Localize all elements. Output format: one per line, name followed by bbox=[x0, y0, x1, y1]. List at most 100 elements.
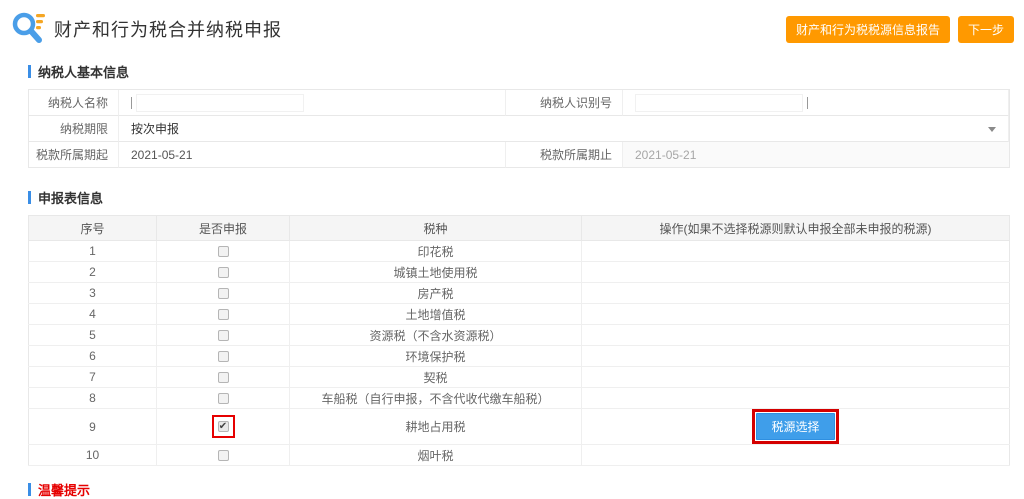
action-cell bbox=[582, 241, 1010, 262]
page-header: 财产和行为税合并纳税申报 财产和行为税税源信息报告 下一步 bbox=[0, 0, 1024, 52]
tax-type: 土地增值税 bbox=[290, 304, 582, 325]
table-row: 7 契税 bbox=[29, 367, 1010, 388]
period-start-label: 税款所属期起 bbox=[29, 142, 119, 168]
table-row: 4 土地增值税 bbox=[29, 304, 1010, 325]
period-start-value: 2021-05-21 bbox=[131, 148, 192, 162]
action-cell bbox=[582, 346, 1010, 367]
row-number: 2 bbox=[29, 262, 157, 283]
declaration-table: 序号是否申报税种操作(如果不选择税源则默认申报全部未申报的税源) 1 印花税 2 城镇… bbox=[28, 215, 1010, 466]
tax-type: 城镇土地使用税 bbox=[290, 262, 582, 283]
row-number: 8 bbox=[29, 388, 157, 409]
declaration-section-title: 申报表信息 bbox=[28, 188, 1010, 207]
declare-cell bbox=[157, 367, 290, 388]
cursor-mark bbox=[131, 97, 132, 109]
basic-info-form: 纳税人名称 纳税人识别号 纳税期限 按次申报 税款所属期起 2021-05-21… bbox=[28, 89, 1010, 168]
declare-cell: ✔ bbox=[157, 409, 290, 445]
declare-cell bbox=[157, 445, 290, 466]
row-number: 4 bbox=[29, 304, 157, 325]
tax-type: 契税 bbox=[290, 367, 582, 388]
declare-checkbox[interactable] bbox=[218, 330, 229, 341]
table-row: 1 印花税 bbox=[29, 241, 1010, 262]
row-number: 7 bbox=[29, 367, 157, 388]
declare-cell bbox=[157, 283, 290, 304]
taxpayer-name-label: 纳税人名称 bbox=[29, 90, 119, 116]
tax-source-report-button[interactable]: 财产和行为税税源信息报告 bbox=[786, 16, 950, 43]
table-header-cell: 操作(如果不选择税源则默认申报全部未申报的税源) bbox=[582, 216, 1010, 241]
declare-checkbox[interactable] bbox=[218, 372, 229, 383]
table-row: 10 烟叶税 bbox=[29, 445, 1010, 466]
declare-checkbox[interactable] bbox=[218, 288, 229, 299]
table-row: 8 车船税（自行申报，不含代收代缴车船税） bbox=[29, 388, 1010, 409]
taxpayer-name-field[interactable] bbox=[119, 90, 506, 116]
declare-checkbox[interactable] bbox=[218, 267, 229, 278]
taxpayer-id-label: 纳税人识别号 bbox=[506, 90, 623, 116]
table-header-cell: 是否申报 bbox=[157, 216, 290, 241]
action-cell bbox=[582, 388, 1010, 409]
tax-source-select-button[interactable]: 税源选择 bbox=[756, 413, 834, 440]
row-number: 6 bbox=[29, 346, 157, 367]
next-step-button[interactable]: 下一步 bbox=[958, 16, 1014, 43]
cursor-mark bbox=[807, 97, 808, 109]
declaration-title-text: 申报表信息 bbox=[38, 188, 103, 207]
action-cell bbox=[582, 304, 1010, 325]
declare-cell bbox=[157, 241, 290, 262]
table-row: 2 城镇土地使用税 bbox=[29, 262, 1010, 283]
row-number: 9 bbox=[29, 409, 157, 445]
table-row: 9 ✔ 耕地占用税 税源选择 bbox=[29, 409, 1010, 445]
red-highlight-box: ✔ bbox=[212, 415, 235, 438]
tax-period-value: 按次申报 bbox=[131, 120, 179, 137]
declare-cell bbox=[157, 304, 290, 325]
declare-checkbox[interactable] bbox=[218, 450, 229, 461]
chevron-down-icon bbox=[988, 127, 996, 132]
declare-cell bbox=[157, 388, 290, 409]
section-bar bbox=[28, 191, 31, 204]
declare-checkbox[interactable]: ✔ bbox=[218, 421, 229, 432]
tips-title-text: 温馨提示 bbox=[38, 480, 90, 499]
taxpayer-id-redacted-value bbox=[635, 94, 803, 112]
table-header-cell: 税种 bbox=[290, 216, 582, 241]
period-end-value: 2021-05-21 bbox=[635, 148, 696, 162]
action-cell bbox=[582, 367, 1010, 388]
search-report-icon bbox=[10, 10, 46, 49]
action-cell bbox=[582, 262, 1010, 283]
tips-section-title: 温馨提示 bbox=[28, 480, 1010, 499]
declare-cell bbox=[157, 346, 290, 367]
tax-type: 车船税（自行申报，不含代收代缴车船税） bbox=[290, 388, 582, 409]
declare-checkbox[interactable] bbox=[218, 246, 229, 257]
section-bar bbox=[28, 483, 31, 496]
table-row: 5 资源税（不含水资源税） bbox=[29, 325, 1010, 346]
tax-type: 耕地占用税 bbox=[290, 409, 582, 445]
declare-checkbox[interactable] bbox=[218, 309, 229, 320]
red-highlight-box: 税源选择 bbox=[752, 409, 838, 444]
tax-type: 资源税（不含水资源税） bbox=[290, 325, 582, 346]
section-bar bbox=[28, 65, 31, 78]
declare-cell bbox=[157, 325, 290, 346]
row-number: 1 bbox=[29, 241, 157, 262]
row-number: 10 bbox=[29, 445, 157, 466]
tax-period-select[interactable]: 按次申报 bbox=[119, 116, 1009, 142]
table-row: 6 环境保护税 bbox=[29, 346, 1010, 367]
declare-cell bbox=[157, 262, 290, 283]
period-end-label: 税款所属期止 bbox=[506, 142, 623, 168]
period-start-field[interactable]: 2021-05-21 bbox=[119, 142, 506, 168]
action-cell bbox=[582, 325, 1010, 346]
tax-period-label: 纳税期限 bbox=[29, 116, 119, 142]
tax-type: 房产税 bbox=[290, 283, 582, 304]
declare-checkbox[interactable] bbox=[218, 393, 229, 404]
tax-type: 印花税 bbox=[290, 241, 582, 262]
row-number: 5 bbox=[29, 325, 157, 346]
declare-checkbox[interactable] bbox=[218, 351, 229, 362]
basic-info-title-text: 纳税人基本信息 bbox=[38, 62, 129, 81]
table-header-row: 序号是否申报税种操作(如果不选择税源则默认申报全部未申报的税源) bbox=[29, 216, 1010, 241]
page-title: 财产和行为税合并纳税申报 bbox=[54, 16, 282, 42]
action-cell bbox=[582, 445, 1010, 466]
action-cell bbox=[582, 283, 1010, 304]
tax-type: 烟叶税 bbox=[290, 445, 582, 466]
tax-type: 环境保护税 bbox=[290, 346, 582, 367]
taxpayer-name-redacted-value bbox=[136, 94, 304, 112]
table-header-cell: 序号 bbox=[29, 216, 157, 241]
row-number: 3 bbox=[29, 283, 157, 304]
taxpayer-id-field[interactable] bbox=[623, 90, 1009, 116]
action-cell: 税源选择 bbox=[582, 409, 1010, 445]
basic-info-section-title: 纳税人基本信息 bbox=[28, 62, 1010, 81]
